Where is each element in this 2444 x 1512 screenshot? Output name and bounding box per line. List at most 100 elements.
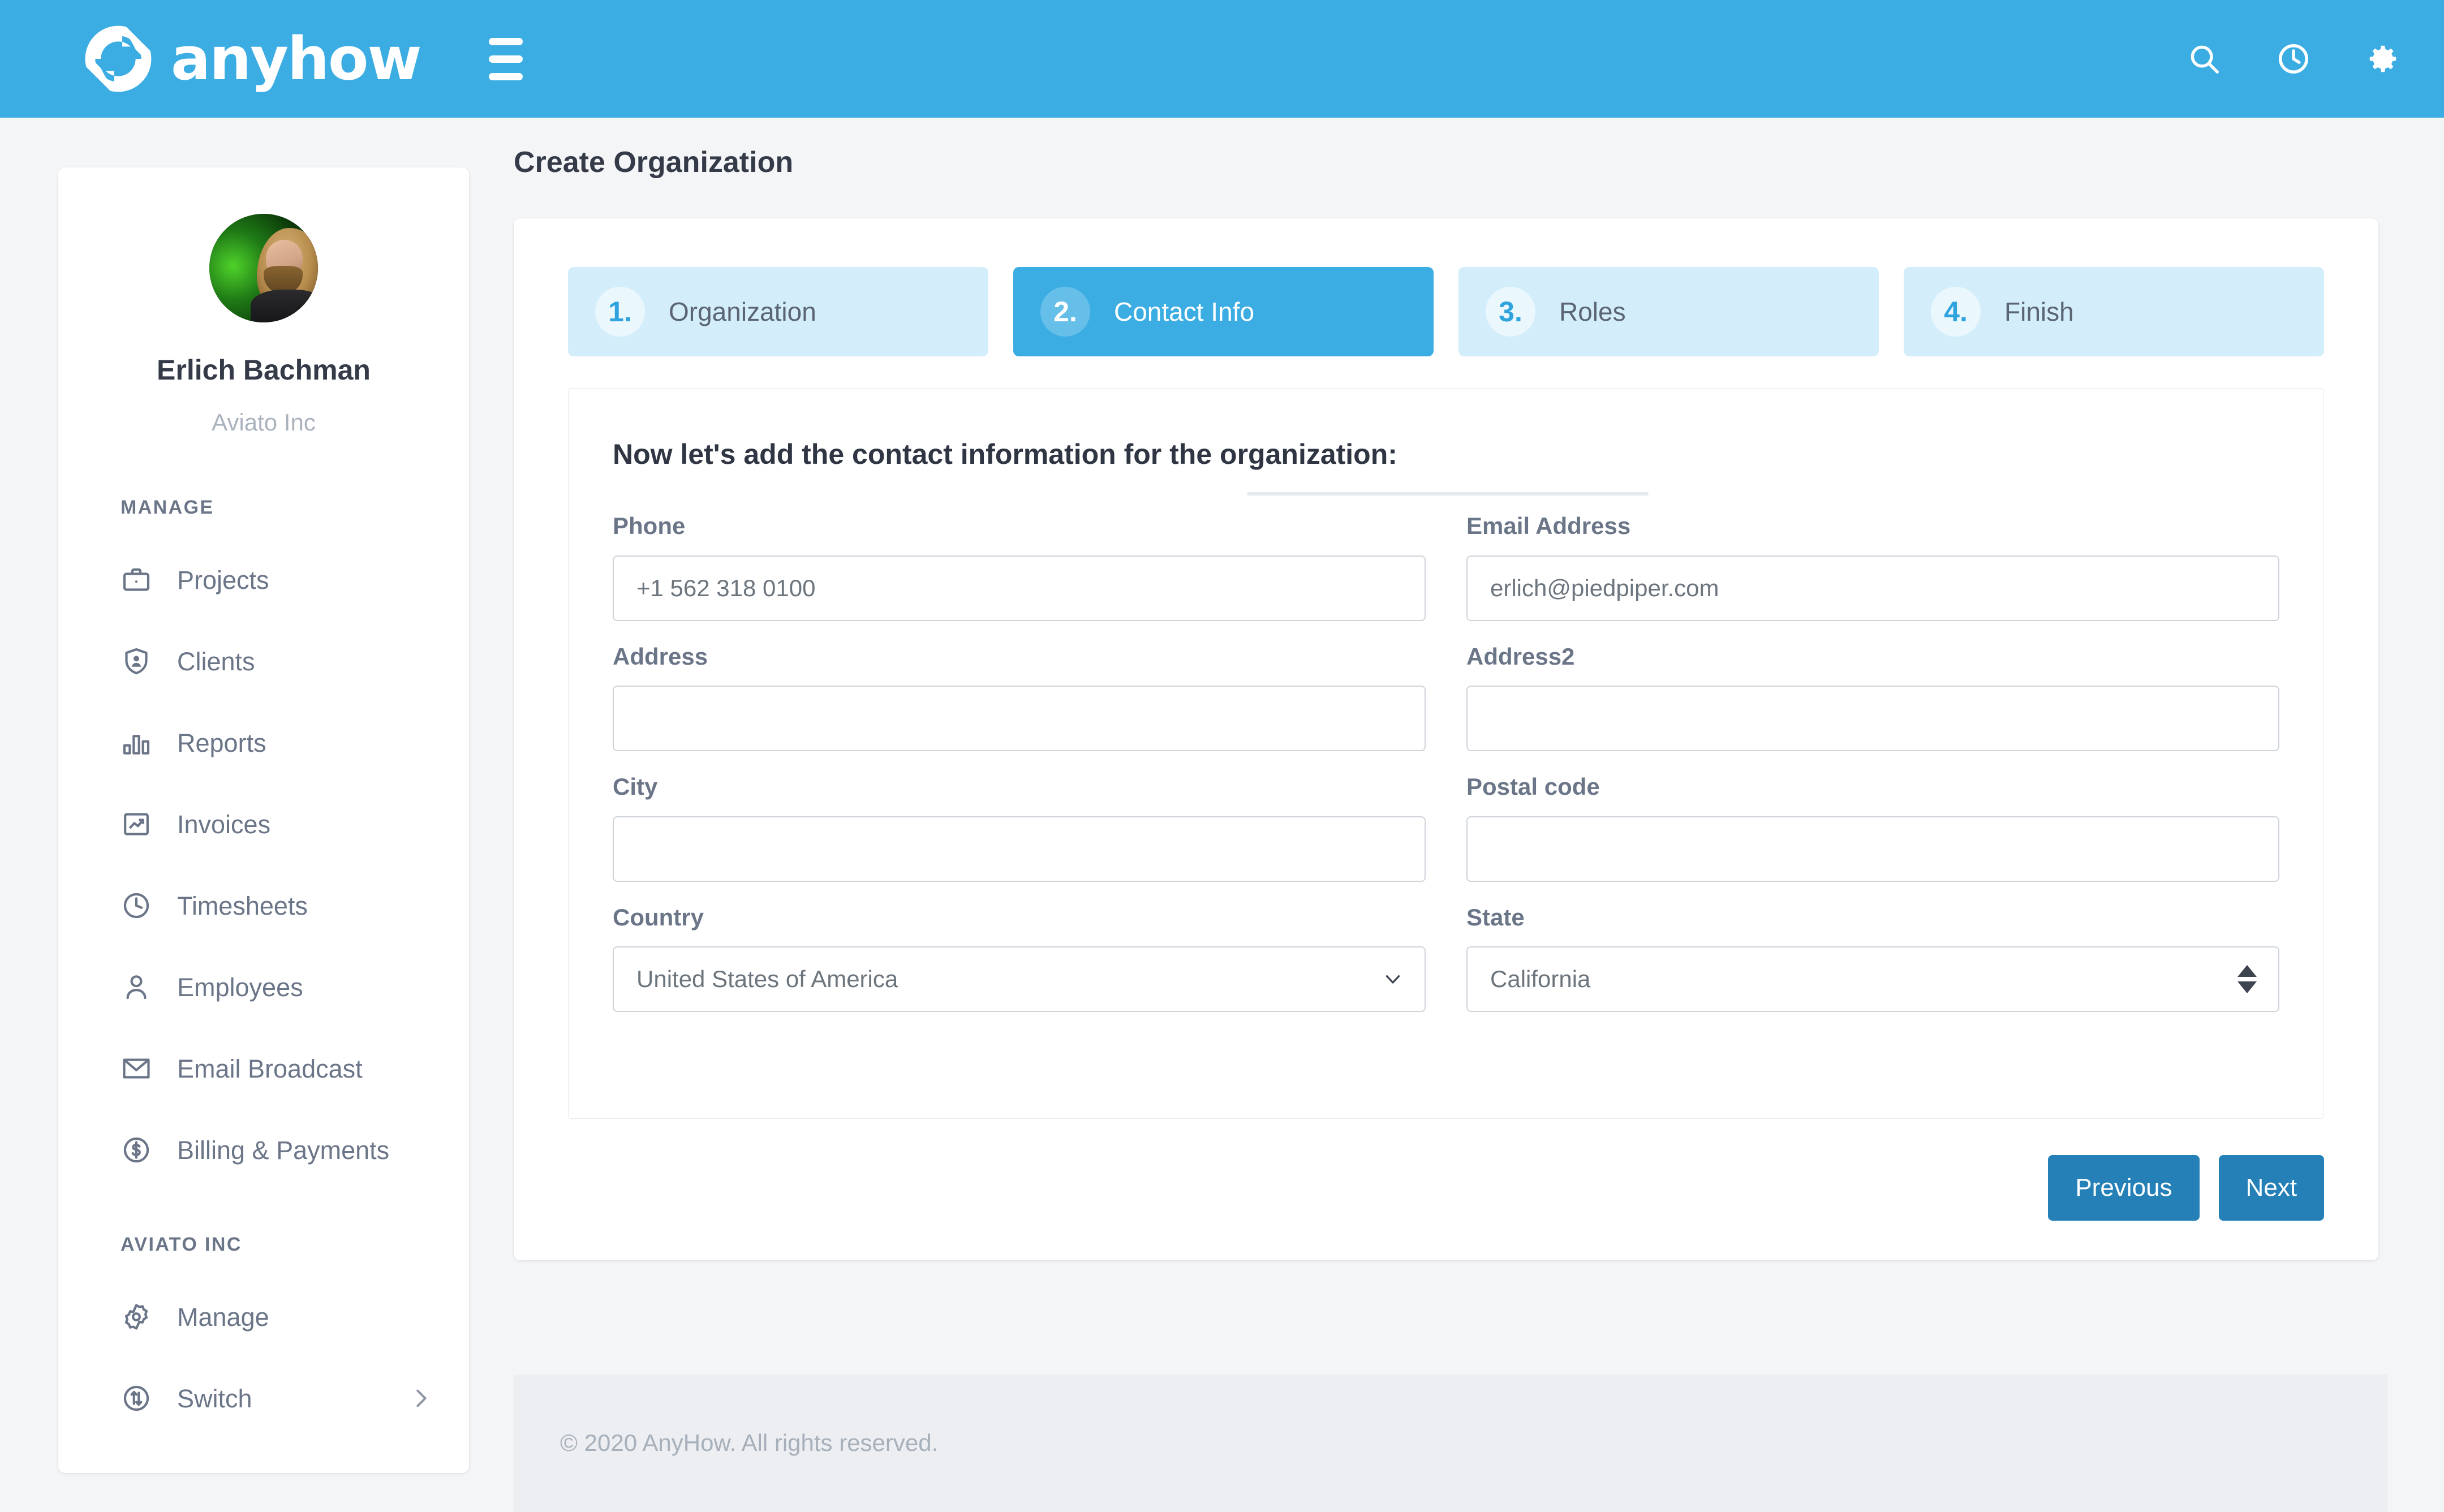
app-page: anyhow Erlich Bachman Aviato Inc MANAGE … [0, 0, 2444, 1512]
sidebar-item-label: Employees [177, 972, 303, 1002]
navbar-actions [2183, 37, 2404, 80]
sidebar-item-manage[interactable]: Manage [58, 1276, 469, 1358]
chevron-right-icon [408, 1385, 434, 1411]
chart-box-icon [121, 808, 162, 840]
gear-icon [121, 1301, 162, 1333]
sidebar-item-invoices[interactable]: Invoices [58, 783, 469, 865]
sidebar-item-label: Switch [177, 1384, 252, 1413]
tab-contact-info[interactable]: 2. Contact Info [1013, 267, 1434, 357]
chevron-down-icon [1383, 969, 1403, 989]
hamburger-menu-icon[interactable] [488, 33, 541, 85]
bar-chart-icon [121, 727, 162, 759]
state-value: California [1490, 965, 1591, 992]
sidebar: Erlich Bachman Aviato Inc MANAGE Project… [58, 167, 469, 1474]
step-label: Contact Info [1114, 297, 1255, 327]
field-city: City [613, 773, 1426, 882]
sidebar-item-label: Invoices [177, 809, 271, 839]
sidebar-item-switch[interactable]: Switch [58, 1358, 469, 1439]
shield-user-icon [121, 645, 162, 677]
field-phone: Phone +1 562 318 0100 [613, 512, 1426, 621]
sidebar-item-label: Projects [177, 565, 269, 595]
profile-organization: Aviato Inc [212, 409, 316, 436]
sidebar-item-label: Billing & Payments [177, 1135, 390, 1165]
field-email-address: Email Address erlich@piedpiper.com [1466, 512, 2279, 621]
previous-button[interactable]: Previous [2048, 1155, 2200, 1221]
footer-copyright: © 2020 AnyHow. All rights reserved. [560, 1429, 939, 1457]
step-number: 2. [1040, 287, 1090, 337]
wizard-card: 1. Organization 2. Contact Info 3. Roles… [514, 218, 2378, 1260]
avatar [209, 214, 318, 322]
triangle-up [2238, 964, 2257, 977]
brand-name: anyhow [171, 24, 422, 93]
gear-icon[interactable] [2361, 37, 2404, 80]
main-content: Create Organization 1. Organization 2. C… [514, 145, 2387, 1260]
briefcase-icon [121, 564, 162, 596]
field-label: City [613, 773, 658, 800]
search-icon[interactable] [2183, 37, 2226, 80]
country-value: United States of America [636, 965, 898, 992]
sidebar-section-title-manage: MANAGE [121, 497, 214, 519]
form-heading: Now let's add the contact information fo… [613, 438, 1397, 471]
address2-input[interactable] [1466, 686, 2279, 752]
envelope-icon [121, 1053, 162, 1084]
field-state: State California [1466, 903, 2279, 1012]
top-navbar: anyhow [0, 0, 2444, 118]
hamburger-bar [488, 37, 523, 45]
country-select[interactable]: United States of America [613, 946, 1426, 1012]
brand-logo[interactable]: anyhow [85, 24, 422, 93]
heading-divider [1247, 492, 1649, 496]
step-label: Organization [669, 297, 816, 327]
clock-icon [121, 890, 162, 921]
phone-input[interactable]: +1 562 318 0100 [613, 555, 1426, 621]
state-select[interactable]: California [1466, 946, 2279, 1012]
phone-value: +1 562 318 0100 [636, 574, 816, 601]
next-button[interactable]: Next [2218, 1155, 2324, 1221]
city-input[interactable] [613, 816, 1426, 882]
sidebar-item-reports[interactable]: Reports [58, 702, 469, 783]
sidebar-item-label: Reports [177, 728, 266, 757]
sidebar-nav-manage: Projects Clients Reports Invoices Timesh… [58, 539, 469, 1191]
wizard-actions: Previous Next [568, 1155, 2324, 1221]
profile-name: Erlich Bachman [157, 354, 371, 386]
email-address-input[interactable]: erlich@piedpiper.com [1466, 555, 2279, 621]
hamburger-bar [488, 55, 523, 63]
select-stepper-arrows-icon [2238, 964, 2257, 993]
sidebar-item-clients[interactable]: Clients [58, 621, 469, 702]
hamburger-bar [488, 72, 523, 80]
step-label: Roles [1559, 297, 1626, 327]
field-label: Email Address [1466, 512, 1631, 540]
sidebar-item-email-broadcast[interactable]: Email Broadcast [58, 1028, 469, 1109]
field-label: Country [613, 903, 704, 931]
step-number: 3. [1486, 287, 1535, 337]
tab-roles[interactable]: 3. Roles [1458, 267, 1879, 357]
sidebar-item-timesheets[interactable]: Timesheets [58, 865, 469, 946]
field-address: Address [613, 643, 1426, 752]
field-label: State [1466, 903, 1525, 931]
tab-organization[interactable]: 1. Organization [568, 267, 988, 357]
postal-code-input[interactable] [1466, 816, 2279, 882]
switch-vertical-circle-icon [121, 1382, 162, 1414]
sidebar-item-label: Email Broadcast [177, 1054, 363, 1083]
clock-icon[interactable] [2272, 37, 2315, 80]
sidebar-item-label: Manage [177, 1302, 269, 1332]
address-input[interactable] [613, 686, 1426, 752]
sidebar-profile: Erlich Bachman Aviato Inc [58, 214, 469, 454]
footer: © 2020 AnyHow. All rights reserved. [514, 1375, 2387, 1512]
step-label: Finish [2004, 297, 2074, 327]
sidebar-item-billing-payments[interactable]: Billing & Payments [58, 1109, 469, 1191]
person-icon [121, 971, 162, 1003]
field-address2: Address2 [1466, 643, 2279, 752]
anyhow-circular-arrows-logo-icon [85, 25, 152, 92]
contact-info-panel: Now let's add the contact information fo… [568, 388, 2324, 1119]
sidebar-item-projects[interactable]: Projects [58, 539, 469, 621]
field-postal-code: Postal code [1466, 773, 2279, 882]
sidebar-nav-org: Manage Switch [58, 1276, 469, 1439]
sidebar-item-label: Clients [177, 647, 255, 676]
sidebar-item-employees[interactable]: Employees [58, 946, 469, 1028]
tab-finish[interactable]: 4. Finish [1904, 267, 2324, 357]
field-label: Address2 [1466, 643, 1575, 670]
step-number: 1. [595, 287, 645, 337]
field-label: Postal code [1466, 773, 1600, 800]
step-number: 4. [1931, 287, 1981, 337]
sidebar-item-label: Timesheets [177, 891, 308, 920]
